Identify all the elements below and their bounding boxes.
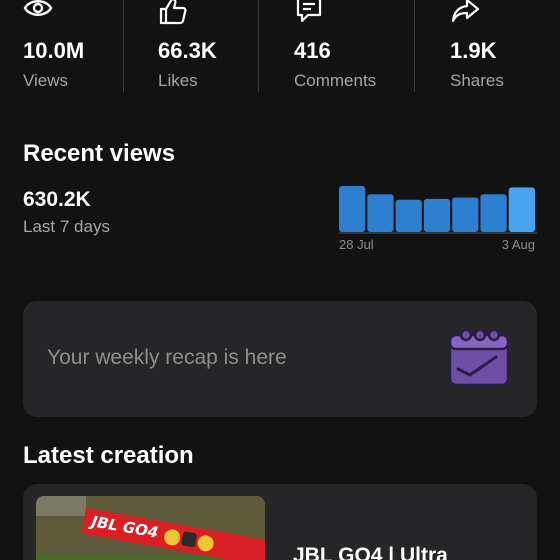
- stat-shares-value: 1.9K: [450, 38, 497, 63]
- stats-row: 10.0M Views 66.3K Likes 416 Comments 1.9…: [0, 0, 560, 100]
- stat-shares-label: Shares: [450, 71, 504, 90]
- video-title: JBL GO4 | Ultra: [293, 544, 448, 560]
- weekly-recap-card[interactable]: Your weekly recap is here: [23, 301, 537, 417]
- chart-bar: [452, 197, 479, 232]
- stat-likes-label: Likes: [158, 71, 198, 90]
- stat-divider: [258, 0, 259, 92]
- stat-shares[interactable]: 1.9K Shares: [450, 0, 540, 92]
- stat-likes[interactable]: 66.3K Likes: [158, 0, 253, 92]
- thumbnail-ribbon: JBL GO4: [81, 508, 265, 560]
- thumbs-up-icon: [159, 0, 187, 25]
- chart-bar: [423, 198, 451, 232]
- latest-creation-card[interactable]: JBL GO4 JBL GO4 | Ultra: [23, 484, 537, 560]
- chart-bar: [367, 194, 394, 232]
- stat-divider: [414, 0, 415, 92]
- chart-bar: [395, 199, 422, 232]
- comment-icon: [296, 0, 322, 23]
- chart-tick-label: 28 Jul: [339, 237, 374, 252]
- calendar-check-icon: [448, 328, 510, 387]
- latest-creation-title: Latest creation: [23, 442, 194, 469]
- stat-divider: [123, 0, 124, 92]
- recent-views-period: Last 7 days: [23, 217, 110, 236]
- emoji-icon: [162, 528, 182, 547]
- stat-views[interactable]: 10.0M Views: [23, 0, 118, 92]
- chart-bar: [480, 194, 507, 232]
- stat-comments-value: 416: [294, 38, 331, 63]
- chart-tick-label: 3 Aug: [502, 237, 535, 252]
- recent-views-value: 630.2K: [23, 188, 91, 211]
- thumbnail-text: JBL GO4: [90, 512, 160, 542]
- stat-views-label: Views: [23, 71, 69, 90]
- eye-icon: [23, 0, 53, 16]
- recent-views-title: Recent views: [23, 140, 176, 167]
- chart-bar: [508, 187, 535, 232]
- weekly-recap-text: Your weekly recap is here: [47, 346, 287, 369]
- chart-bar: [339, 186, 366, 232]
- thumbnail-background: [36, 496, 86, 516]
- speaker-emoji-icon: [181, 531, 198, 548]
- share-icon: [451, 0, 480, 23]
- recent-views-chart[interactable]: 28 Jul 3 Aug: [336, 180, 538, 256]
- stat-views-value: 10.0M: [23, 38, 85, 63]
- stat-likes-value: 66.3K: [158, 38, 217, 63]
- emoji-icon: [196, 534, 215, 553]
- video-thumbnail[interactable]: JBL GO4: [36, 496, 265, 560]
- stat-comments-label: Comments: [294, 71, 377, 90]
- stat-comments[interactable]: 416 Comments: [294, 0, 404, 92]
